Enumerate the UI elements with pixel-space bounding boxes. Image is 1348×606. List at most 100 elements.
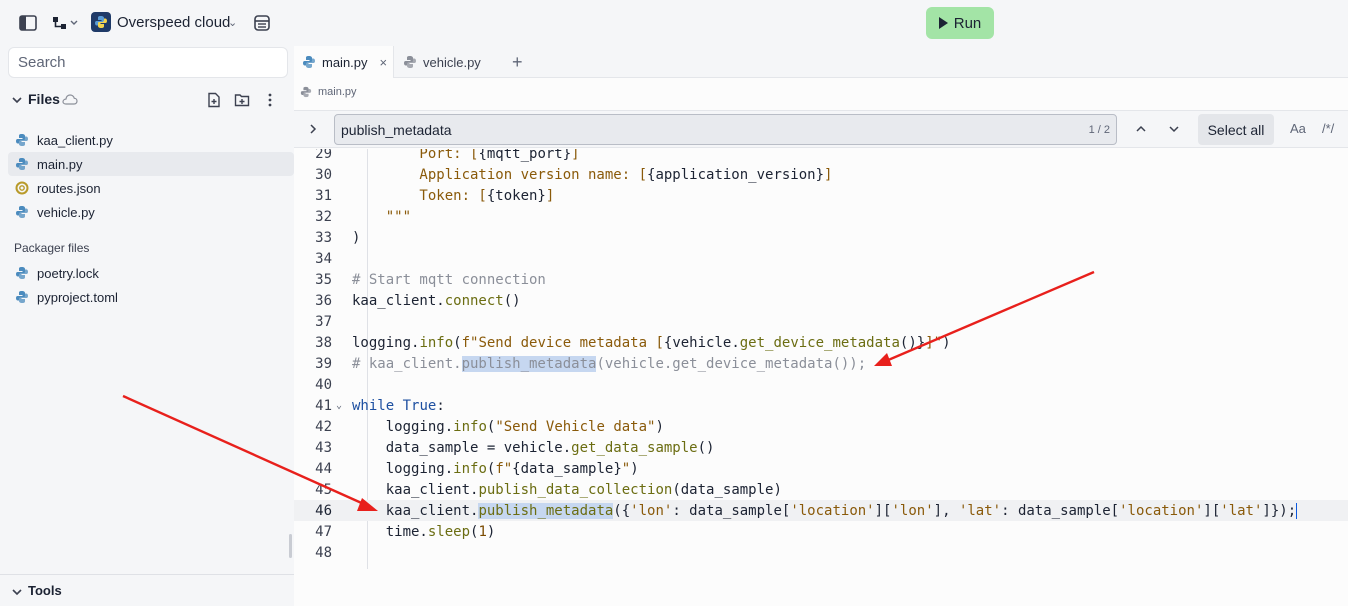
branch-icon[interactable] — [52, 14, 82, 32]
panels-icon[interactable] — [252, 13, 272, 33]
tools-section[interactable]: Tools — [0, 574, 294, 606]
code-line-active: 46 kaa_client.publish_metadata({'lon': d… — [294, 500, 1348, 521]
regex-toggle[interactable]: /*/ — [1322, 121, 1334, 136]
run-button[interactable]: Run — [926, 7, 994, 39]
python-icon — [16, 206, 28, 218]
breadcrumb-file[interactable]: main.py — [318, 86, 357, 98]
chevron-right-icon[interactable] — [307, 122, 319, 136]
line-number: 48 — [315, 544, 332, 561]
code-line: 35 # Start mqtt connection — [294, 269, 1348, 290]
packager-file-list: poetry.lock pyproject.toml — [0, 261, 294, 309]
code-text: # kaa_client.publish_metadata(vehicle.ge… — [352, 355, 867, 372]
code-line: 45 kaa_client.publish_data_collection(da… — [294, 479, 1348, 500]
file-item[interactable]: pyproject.toml — [8, 285, 294, 309]
find-input[interactable]: publish_metadata 1 / 2 — [334, 114, 1117, 145]
code-text: kaa_client.connect() — [352, 292, 521, 309]
code-text: logging.info(f"{data_sample}") — [352, 460, 639, 477]
line-number: 46 — [315, 502, 332, 519]
add-tab-icon[interactable]: + — [512, 52, 523, 73]
file-item[interactable]: kaa_client.py — [8, 128, 294, 152]
chevron-down-icon[interactable] — [1168, 123, 1180, 135]
line-number: 40 — [315, 376, 332, 393]
text-cursor — [1296, 502, 1298, 519]
code-line: 37 — [294, 311, 1348, 332]
match-count: 1 / 2 — [1088, 123, 1110, 136]
chevron-down-icon[interactable]: ⌄ — [228, 16, 237, 29]
code-line: 29 Port: [{mqtt_port}] — [294, 149, 1348, 164]
file-name: poetry.lock — [37, 265, 99, 281]
resize-handle[interactable] — [289, 534, 292, 558]
line-number: 32 — [315, 208, 332, 225]
search-box[interactable] — [8, 47, 288, 78]
code-text: # Start mqtt connection — [352, 271, 546, 288]
file-name: routes.json — [37, 180, 101, 196]
line-number: 42 — [315, 418, 332, 435]
json-icon — [15, 181, 29, 195]
packager-files-label: Packager files — [14, 241, 90, 255]
code-line: 43 data_sample = vehicle.get_data_sample… — [294, 437, 1348, 458]
file-item[interactable]: vehicle.py — [8, 200, 294, 224]
chevron-up-icon[interactable] — [1135, 123, 1147, 135]
code-line: 34 — [294, 248, 1348, 269]
new-file-icon[interactable] — [206, 92, 222, 108]
line-number: 36 — [315, 292, 332, 309]
tab-label: vehicle.py — [423, 54, 481, 70]
file-name: kaa_client.py — [37, 132, 113, 148]
python-icon — [16, 134, 28, 146]
code-line: 48 — [294, 542, 1348, 563]
search-input[interactable] — [18, 54, 278, 71]
fold-chevron-icon[interactable]: ⌄ — [336, 400, 342, 411]
code-line: 42 logging.info("Send Vehicle data") — [294, 416, 1348, 437]
line-number: 38 — [315, 334, 332, 351]
line-number: 39 — [315, 355, 332, 372]
code-text: Token: [{token}] — [352, 187, 555, 204]
find-query[interactable]: publish_metadata — [341, 122, 1089, 138]
code-text: kaa_client.publish_data_collection(data_… — [352, 481, 782, 498]
run-label: Run — [953, 14, 982, 32]
repl-name[interactable]: Overspeed cloud — [117, 14, 230, 31]
python-icon — [303, 56, 315, 68]
cloud-icon — [62, 94, 78, 105]
close-icon[interactable]: × — [380, 55, 388, 70]
line-number: 41 — [315, 397, 332, 414]
code-line: 30 Application version name: [{applicati… — [294, 164, 1348, 185]
line-number: 35 — [315, 271, 332, 288]
file-item[interactable]: poetry.lock — [8, 261, 294, 285]
code-text: """ — [352, 208, 412, 225]
python-icon — [16, 291, 28, 303]
line-number: 29 — [315, 149, 332, 162]
code-editor[interactable]: 29 Port: [{mqtt_port}] 30 Application ve… — [294, 149, 1348, 569]
chevron-down-icon[interactable] — [10, 585, 24, 599]
file-item[interactable]: routes.json — [8, 176, 294, 200]
code-line: 36 kaa_client.connect() — [294, 290, 1348, 311]
files-title[interactable]: Files — [28, 91, 60, 107]
code-text: data_sample = vehicle.get_data_sample() — [352, 439, 715, 456]
line-number: 43 — [315, 439, 332, 456]
file-item[interactable]: main.py — [8, 152, 294, 176]
select-all-button[interactable]: Select all — [1198, 114, 1274, 145]
code-line: 32 """ — [294, 206, 1348, 227]
line-number: 45 — [315, 481, 332, 498]
line-number: 33 — [315, 229, 332, 246]
tab-vehicle-py[interactable]: vehicle.py — [395, 46, 505, 78]
line-number: 37 — [315, 313, 332, 330]
file-list: kaa_client.py main.py routes.json vehicl… — [0, 128, 294, 224]
new-folder-icon[interactable] — [234, 92, 250, 108]
code-line: 31 Token: [{token}] — [294, 185, 1348, 206]
python-icon — [404, 56, 416, 68]
tab-main-py[interactable]: main.py × — [294, 46, 394, 78]
chevron-down-icon[interactable] — [10, 93, 24, 107]
code-line: 33 ) — [294, 227, 1348, 248]
tab-label: main.py — [322, 54, 368, 70]
play-icon — [938, 17, 948, 29]
more-options-icon[interactable] — [262, 92, 278, 108]
find-bar: publish_metadata 1 / 2 Select all Aa /*/ — [294, 110, 1348, 148]
code-line: 40 — [294, 374, 1348, 395]
code-text: kaa_client.publish_metadata({'lon': data… — [352, 502, 1298, 519]
code-line: 41 ⌄ while True: — [294, 395, 1348, 416]
match-case-toggle[interactable]: Aa — [1290, 121, 1306, 136]
line-number: 34 — [315, 250, 332, 267]
files-header: Files — [0, 89, 294, 113]
sidebar-toggle-icon[interactable] — [18, 14, 38, 32]
tab-bar: main.py × vehicle.py + — [294, 46, 1348, 78]
